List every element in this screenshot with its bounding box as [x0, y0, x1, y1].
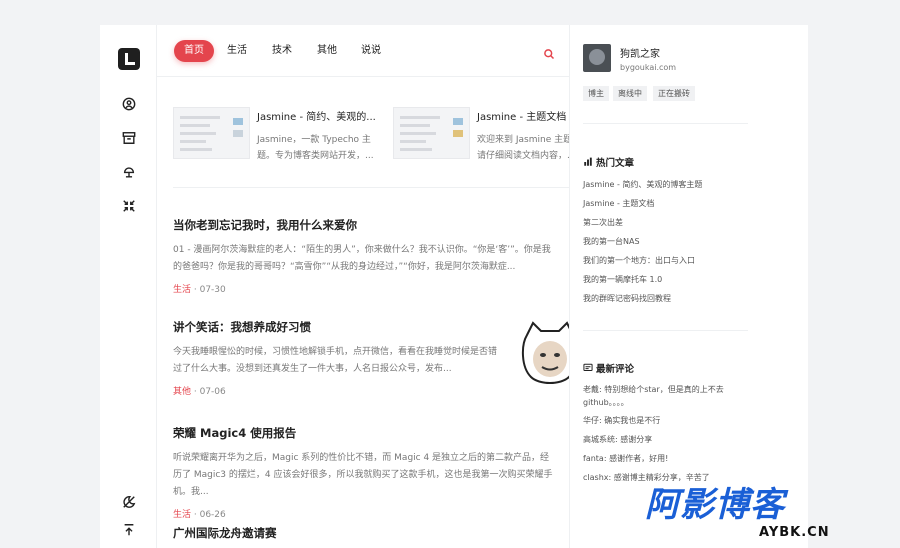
post-title[interactable]: 荣耀 Magic4 使用报告 [173, 425, 555, 441]
hot-article-link[interactable]: 我的第一台NAS [583, 236, 640, 247]
post-item[interactable]: 广州国际龙舟邀请赛 [173, 525, 555, 541]
comment-item[interactable]: 老戴: 特别想给个star，但是真的上不去github。。。。 [583, 383, 743, 409]
recent-comments-title: 最新评论 [583, 361, 634, 375]
hot-articles-title: 热门文章 [583, 155, 634, 169]
back-to-top-icon[interactable] [120, 521, 137, 538]
post-item[interactable]: 讲个笑话：我想养成好习惯 今天我睡眼惺忪的时候，习惯性地解锁手机，点开微信，看看… [173, 319, 503, 397]
hot-article-link[interactable]: 我的第一辆摩托车 1.0 [583, 274, 662, 285]
post-category[interactable]: 生活 [173, 510, 191, 520]
meme-face-icon [521, 321, 569, 384]
comment-item[interactable]: fanta: 感谢作者，好用! [583, 452, 743, 465]
comment-item[interactable]: 高城系统: 感谢分享 [583, 433, 743, 446]
shrink-icon[interactable] [120, 197, 137, 214]
post-title[interactable]: 广州国际龙舟邀请赛 [173, 525, 555, 541]
app-window: 首页 生活 技术 其他 说说 Jasmine - 简约、美观的... Jasmi… [100, 25, 808, 548]
featured-desc: 欢迎来到 Jasmine 主题文档，请仔细阅读文档内容，... [477, 135, 570, 161]
watermark-text: 阿影博客 [645, 485, 785, 525]
bar-chart-icon [584, 157, 592, 166]
avatar[interactable] [583, 44, 611, 72]
hot-article-link[interactable]: Jasmine - 简约、美观的博客主题 [583, 179, 702, 190]
featured-card[interactable]: Jasmine - 主题文档 欢迎来到 Jasmine 主题文档，请仔细阅读文档… [393, 105, 570, 165]
nav-talk[interactable]: 说说 [361, 40, 381, 62]
right-sidebar: 狗凯之家 bygoukai.com 博主 离线中 正在搬砖 热门文章 Jasmi… [570, 25, 748, 548]
nav-other[interactable]: 其他 [317, 40, 337, 62]
nav-life[interactable]: 生活 [227, 40, 247, 62]
post-meta: 其他 · 07-06 [173, 387, 226, 397]
featured-desc: Jasmine，一款 Typecho 主题。专为博客类网站开发，... [257, 135, 374, 161]
blog-url[interactable]: bygoukai.com [620, 63, 676, 72]
post-thumbnail[interactable] [513, 317, 569, 392]
profile-tag: 正在搬砖 [653, 86, 695, 101]
nav-home[interactable]: 首页 [174, 40, 214, 62]
post-title[interactable]: 讲个笑话：我想养成好习惯 [173, 319, 503, 335]
featured-title[interactable]: Jasmine - 简约、美观的... [257, 108, 376, 123]
user-icon[interactable] [120, 95, 137, 112]
blog-name: 狗凯之家 [620, 49, 660, 60]
comment-item[interactable]: 华仔: 确实我也是不行 [583, 414, 743, 427]
left-rail [100, 25, 157, 548]
archive-icon[interactable] [120, 129, 137, 146]
post-category[interactable]: 其他 [173, 387, 191, 397]
featured-posts: Jasmine - 简约、美观的... Jasmine，一款 Typecho 主… [173, 105, 570, 185]
logo-icon[interactable] [118, 48, 140, 70]
post-date: 06-26 [199, 510, 226, 520]
hot-article-link[interactable]: 我的群晖记密码找回教程 [583, 293, 671, 304]
hot-article-link[interactable]: Jasmine - 主题文档 [583, 198, 654, 209]
top-nav: 首页 生活 技术 其他 说说 [157, 25, 569, 77]
divider [583, 123, 748, 124]
post-meta: 生活 · 06-26 [173, 510, 226, 520]
theme-toggle-icon[interactable] [120, 493, 137, 510]
post-summary: 今天我睡眼惺忪的时候，习惯性地解锁手机，点开微信，看看在我睡觉时候是否错过了什么… [173, 347, 498, 374]
main-content: 首页 生活 技术 其他 说说 Jasmine - 简约、美观的... Jasmi… [157, 25, 570, 548]
watermark-logo: 阿影博客 AYBK.CN [645, 485, 880, 540]
divider [583, 330, 748, 331]
profile-tag: 博主 [583, 86, 609, 101]
post-item[interactable]: 荣耀 Magic4 使用报告 听说荣耀离开华为之后，Magic 系列的性价比不错… [173, 425, 555, 520]
watermark-subtext: AYBK.CN [759, 525, 830, 540]
featured-thumbnail[interactable] [393, 107, 470, 159]
post-item[interactable]: 当你老到忘记我时，我用什么来爱你 01 - 漫画阿尔茨海默症的老人：“陌生的男人… [173, 217, 555, 295]
search-icon[interactable] [543, 45, 555, 60]
post-title[interactable]: 当你老到忘记我时，我用什么来爱你 [173, 217, 555, 233]
post-category[interactable]: 生活 [173, 285, 191, 295]
hot-article-link[interactable]: 第二次出差 [583, 217, 623, 228]
featured-thumbnail[interactable] [173, 107, 250, 159]
tree-icon[interactable] [120, 163, 137, 180]
post-date: 07-06 [199, 387, 226, 397]
post-summary: 01 - 漫画阿尔茨海默症的老人：“陌生的男人”，你来做什么？我不认识你。“你是… [173, 245, 551, 272]
nav-tech[interactable]: 技术 [272, 40, 292, 62]
profile-tag: 离线中 [613, 86, 647, 101]
featured-title[interactable]: Jasmine - 主题文档 [477, 108, 566, 123]
featured-card[interactable]: Jasmine - 简约、美观的... Jasmine，一款 Typecho 主… [173, 105, 383, 165]
comment-item[interactable]: clashx: 感谢博主精彩分享，辛苦了 [583, 471, 743, 484]
divider [173, 187, 569, 188]
post-meta: 生活 · 07-30 [173, 285, 226, 295]
comment-icon [583, 363, 593, 371]
post-date: 07-30 [199, 285, 226, 295]
hot-article-link[interactable]: 我们的第一个地方：出口与入口 [583, 255, 695, 266]
post-summary: 听说荣耀离开华为之后，Magic 系列的性价比不错，而 Magic 4 是独立之… [173, 453, 553, 497]
